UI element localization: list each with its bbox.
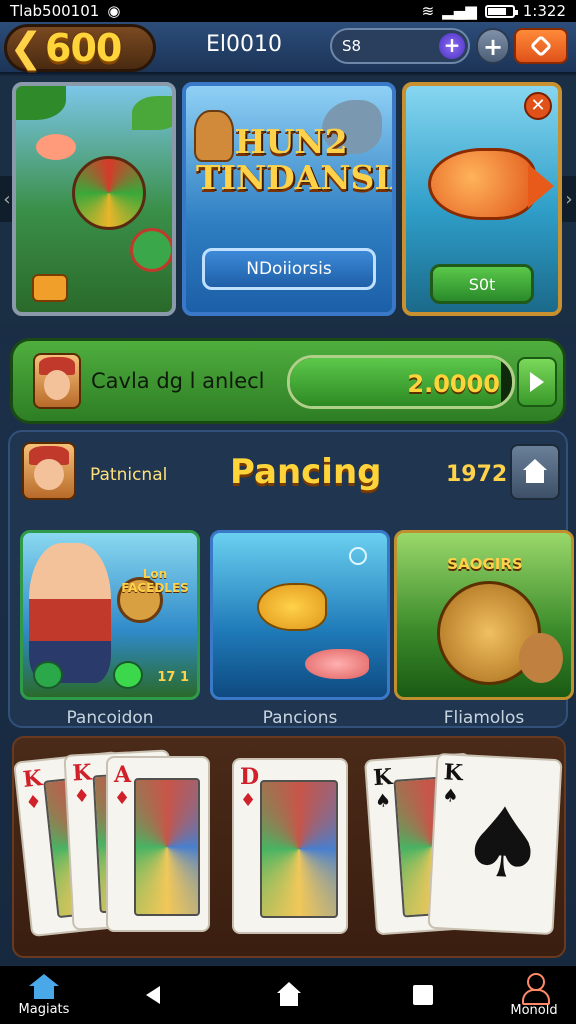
- cards-panel: K ♦ K ♦ A ♦ D ♦ K ♠ K ♠ ♠: [12, 736, 566, 958]
- nav-home-system[interactable]: [274, 966, 304, 1024]
- home-icon: [522, 459, 548, 485]
- card-suit: ♦: [240, 790, 257, 811]
- leaf-decoration: [132, 96, 172, 130]
- section-header: Patnicnal Pancing 1972: [10, 432, 566, 512]
- banner-fish-button[interactable]: S0t: [430, 264, 534, 304]
- fish-icon: [428, 148, 536, 220]
- coin-value: 600: [45, 26, 122, 70]
- carousel-next-icon[interactable]: ›: [562, 176, 576, 222]
- game-tile[interactable]: [210, 530, 390, 700]
- playing-card[interactable]: K ♠ ♠: [427, 752, 563, 936]
- header-title: El0010: [206, 32, 283, 57]
- fish-icon: [305, 649, 369, 679]
- tile-logo: SAOGIRS: [447, 555, 523, 573]
- card-rank: K: [372, 764, 394, 792]
- settings-button[interactable]: [514, 28, 568, 64]
- games-section: Patnicnal Pancing 1972 Lon FACEDLES 17 1…: [8, 430, 574, 728]
- nav-home[interactable]: Magiats: [8, 966, 80, 1024]
- bottom-nav: Magiats Monold: [0, 966, 576, 1024]
- add-button[interactable]: +: [476, 28, 510, 64]
- banner-fish[interactable]: ✕ S0t: [402, 82, 562, 316]
- nav-recents[interactable]: [408, 966, 438, 1024]
- card-rank: D: [240, 764, 260, 790]
- close-icon[interactable]: ✕: [524, 92, 552, 120]
- status-time: 1:322: [522, 2, 566, 20]
- fish-icon: [257, 583, 327, 631]
- section-count: 1972: [446, 462, 508, 487]
- play-icon: [530, 372, 544, 392]
- fish-tail: [528, 164, 554, 208]
- home-button[interactable]: [510, 444, 560, 500]
- app-screen: Tlab500101 ◉ ≋ ▂▄▆ 1:322 ❮ 600 El0010 S8…: [0, 0, 576, 1024]
- avatar[interactable]: [22, 442, 76, 500]
- battery-icon: [484, 4, 518, 18]
- bubble-icon: [349, 547, 367, 565]
- recents-icon: [413, 985, 433, 1005]
- status-bar: Tlab500101 ◉ ≋ ▂▄▆ 1:322: [0, 0, 576, 22]
- avatar[interactable]: [33, 353, 81, 409]
- card-rank: K: [443, 759, 464, 787]
- monkey-icon: [519, 633, 563, 683]
- coin-balance[interactable]: ❮ 600: [4, 24, 156, 72]
- game-tile[interactable]: Lon FACEDLES 17 1: [20, 530, 200, 700]
- nav-profile-label: Monold: [510, 1002, 558, 1018]
- coin-icon: [113, 661, 143, 689]
- frog-icon: [130, 228, 172, 272]
- nav-home-label: Magiats: [18, 1001, 70, 1017]
- add-gems-button[interactable]: +: [439, 33, 465, 59]
- progress-panel: Cavla dg l anlecl 2.0000: [10, 338, 566, 424]
- card-suit: ♦: [24, 791, 43, 814]
- profile-icon: [521, 972, 550, 1005]
- banner-featured[interactable]: HUN2 TINDANSIA NDoiiorsis: [182, 82, 396, 316]
- coin-icon: [33, 661, 63, 689]
- spade-icon: ♠: [457, 785, 549, 902]
- top-header: ❮ 600 El0010 S8 + +: [0, 22, 576, 74]
- ball-icon: [72, 156, 146, 230]
- play-button[interactable]: [517, 357, 557, 407]
- progress-value: 2.0000: [407, 370, 500, 398]
- settings-icon: [529, 34, 553, 58]
- banner-carousel[interactable]: ‹ › HUN2 TINDANSIA NDoiiorsis ✕ S0t: [0, 76, 576, 326]
- card-rank: A: [114, 762, 132, 788]
- nav-profile[interactable]: Monold: [496, 966, 572, 1024]
- card-suit: ♦: [114, 788, 131, 809]
- tile-label: Pancoidon: [66, 708, 154, 728]
- section-title: Pancing: [230, 452, 382, 492]
- card-suit: ♦: [73, 785, 91, 808]
- card-rank: K: [71, 759, 93, 787]
- game-tile[interactable]: SAOGIRS: [394, 530, 574, 700]
- back-arrow-icon[interactable]: ❮: [7, 25, 45, 71]
- tag-button[interactable]: [32, 274, 68, 302]
- featured-title: HUN2 TINDANSIA: [196, 122, 396, 197]
- notification-icon: ◉: [107, 2, 121, 20]
- progress-label: Cavla dg l anlecl: [91, 369, 265, 393]
- card-suit: ♠: [441, 785, 460, 808]
- tile-label: Pancions: [262, 708, 338, 728]
- featured-button[interactable]: NDoiiorsis: [202, 248, 376, 290]
- nav-back[interactable]: [138, 966, 168, 1024]
- playing-card[interactable]: D ♦: [232, 758, 348, 934]
- wifi-icon: ≋: [421, 2, 435, 20]
- fish-icon: [36, 134, 76, 160]
- leaf-decoration: [16, 86, 66, 120]
- card-rank: K: [21, 765, 44, 794]
- home-icon: [276, 982, 302, 1008]
- status-left-text: Tlab500101: [10, 2, 100, 20]
- search-value: S8: [342, 37, 362, 55]
- banner-jungle[interactable]: [12, 82, 176, 316]
- signal-icon: ▂▄▆: [442, 2, 477, 20]
- back-icon: [146, 986, 160, 1004]
- section-subtitle: Patnicnal: [90, 465, 168, 485]
- tile-logo: Lon FACEDLES: [121, 567, 189, 595]
- progress-bar: 2.0000: [287, 355, 515, 409]
- search-field[interactable]: S8 +: [330, 28, 470, 64]
- tile-number: 17 1: [157, 670, 189, 685]
- home-icon: [29, 973, 59, 1000]
- tile-label: Fliamolos: [443, 708, 525, 728]
- playing-card[interactable]: A ♦: [106, 756, 210, 932]
- card-suit: ♠: [374, 790, 392, 813]
